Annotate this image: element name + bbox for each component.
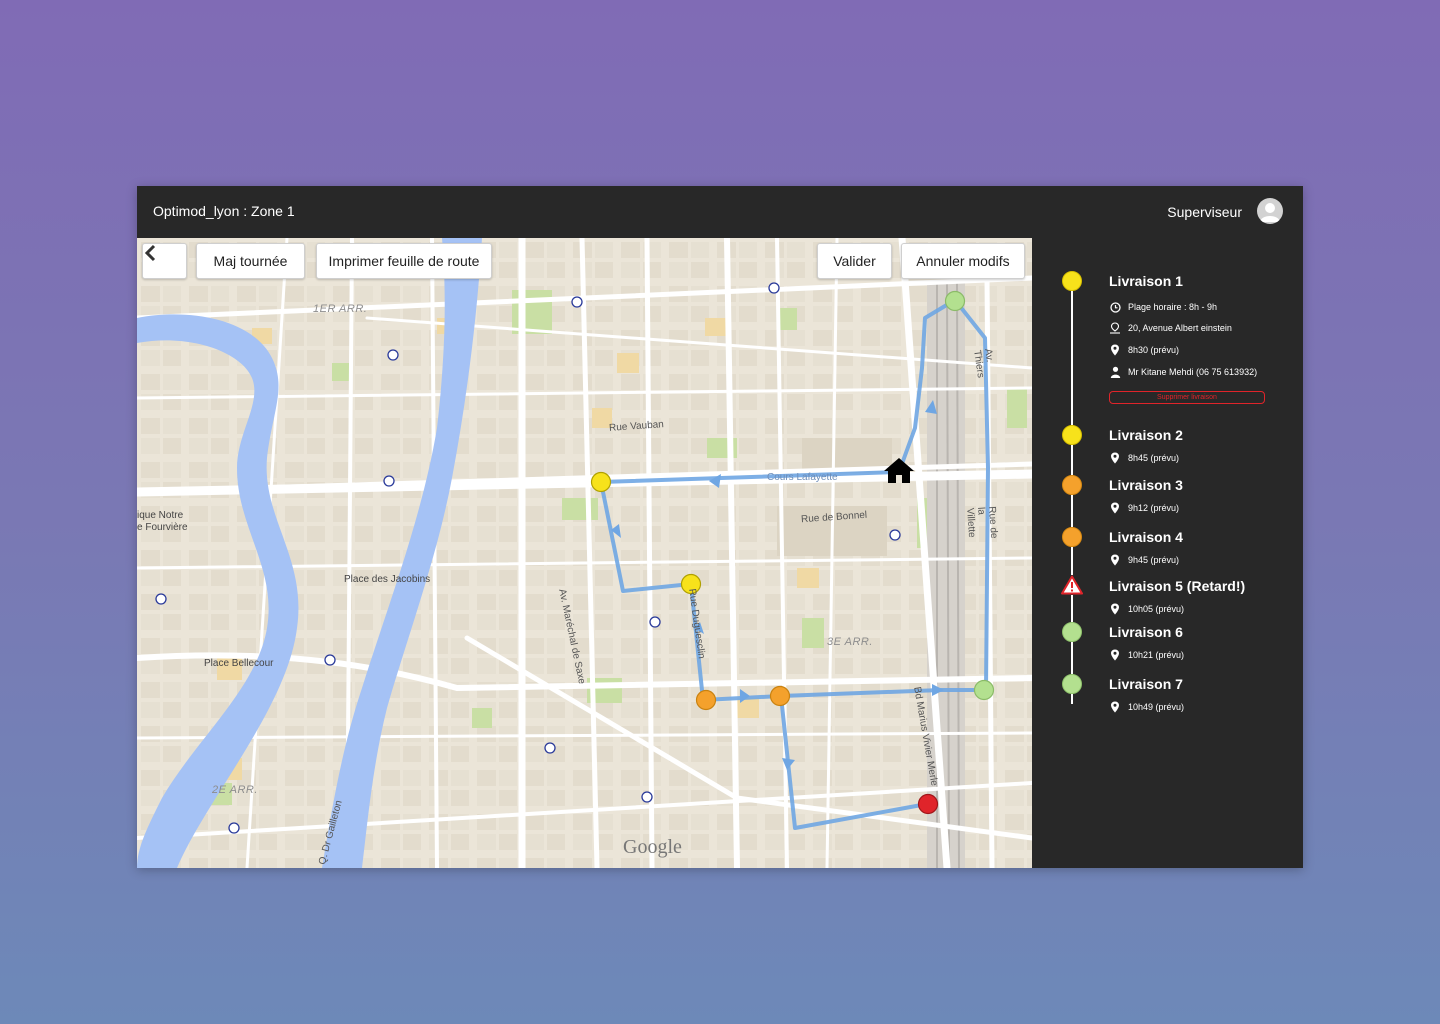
pin-icon	[1109, 502, 1121, 514]
livraison-5-eta: 10h05 (prévu)	[1109, 603, 1184, 615]
livraison-1-contact-text: Mr Kitane Mehdi (06 75 613932)	[1128, 367, 1258, 377]
map-label-1er: 1ER ARR.	[313, 303, 368, 315]
pin-icon	[1109, 649, 1121, 661]
livraison-1-eta-text: 8h30 (prévu)	[1128, 345, 1180, 355]
app-window: Optimod_lyon : Zone 1 Superviseur 1ER AR…	[137, 186, 1303, 868]
pin-icon	[1109, 554, 1121, 566]
map-marker-livraison-7[interactable]	[973, 679, 995, 701]
livraison-4-eta-text: 9h45 (prévu)	[1128, 555, 1180, 565]
map-label-lafayette: Cours Lafayette	[767, 472, 838, 483]
livraison-3-title[interactable]: Livraison 3	[1109, 477, 1183, 493]
validate-button[interactable]: Valider	[817, 243, 892, 279]
user-role-label[interactable]: Superviseur	[1167, 204, 1242, 220]
map-marker-livraison-4[interactable]	[695, 689, 717, 711]
livraison-7-eta: 10h49 (prévu)	[1109, 701, 1184, 713]
map-label-jacobins: Place des Jacobins	[344, 574, 431, 585]
map-view[interactable]: 1ER ARR. 2E ARR. 3E ARR. Rue Vauban Cour…	[137, 238, 1032, 868]
pin-icon	[1109, 452, 1121, 464]
status-dot-livraison-6	[1062, 622, 1082, 642]
avatar[interactable]	[1257, 198, 1283, 224]
livraison-4-title[interactable]: Livraison 4	[1109, 529, 1183, 545]
livraison-3-eta: 9h12 (prévu)	[1109, 502, 1179, 514]
delete-livraison-button[interactable]: Supprimer livraison	[1109, 391, 1265, 404]
livraison-5-title[interactable]: Livraison 5 (Retard!)	[1109, 578, 1245, 594]
livraison-2-eta: 8h45 (prévu)	[1109, 452, 1179, 464]
google-logo: Google	[623, 836, 682, 858]
status-dot-livraison-1	[1062, 271, 1082, 291]
map-label-2e: 2E ARR.	[212, 784, 258, 796]
warning-triangle-icon	[1061, 575, 1083, 595]
clock-icon	[1109, 301, 1121, 313]
print-route-button[interactable]: Imprimer feuille de route	[316, 243, 492, 279]
livraison-3-eta-text: 9h12 (prévu)	[1128, 503, 1180, 513]
livraison-1-timeslot-text: Plage horaire : 8h - 9h	[1128, 302, 1218, 312]
livraison-7-eta-text: 10h49 (prévu)	[1128, 702, 1185, 712]
app-title: Optimod_lyon : Zone 1	[153, 203, 295, 219]
back-button[interactable]	[142, 243, 187, 279]
livraison-5-eta-text: 10h05 (prévu)	[1128, 604, 1185, 614]
maj-tournee-button[interactable]: Maj tournée	[196, 243, 305, 279]
map-label-bellecour: Place Bellecour	[204, 658, 274, 669]
map-label-villette: Rue de la Villette	[964, 506, 1000, 539]
person-icon	[1109, 366, 1121, 378]
livraison-6-eta: 10h21 (prévu)	[1109, 649, 1184, 661]
livraison-4-eta: 9h45 (prévu)	[1109, 554, 1179, 566]
status-dot-livraison-7	[1062, 674, 1082, 694]
livraison-1-timeslot: Plage horaire : 8h - 9h	[1109, 301, 1217, 313]
pin-icon	[1109, 701, 1121, 713]
user-avatar-icon	[1260, 203, 1280, 222]
map-label-fourviere-1: ique Notre	[137, 510, 184, 521]
cancel-changes-button[interactable]: Annuler modifs	[901, 243, 1025, 279]
map-marker-livraison-1[interactable]	[944, 290, 966, 312]
status-dot-livraison-4	[1062, 527, 1082, 547]
top-bar: Optimod_lyon : Zone 1 Superviseur	[137, 186, 1303, 238]
livraison-6-title[interactable]: Livraison 6	[1109, 624, 1183, 640]
pin-icon	[1109, 603, 1121, 615]
status-dot-livraison-3	[1062, 475, 1082, 495]
status-dot-livraison-2	[1062, 425, 1082, 445]
livraison-1-contact: Mr Kitane Mehdi (06 75 613932)	[1109, 366, 1257, 378]
livraison-2-title[interactable]: Livraison 2	[1109, 427, 1183, 443]
livraison-1-eta: 8h30 (prévu)	[1109, 344, 1179, 356]
livraison-1-address: 20, Avenue Albert einstein	[1109, 322, 1232, 334]
map-canvas[interactable]	[137, 238, 1032, 868]
map-label-3e: 3E ARR.	[827, 636, 873, 648]
map-label-fourviere-2: e Fourvière	[137, 522, 188, 533]
deliveries-sidebar: Livraison 1 Plage horaire : 8h - 9h 20, …	[1032, 238, 1303, 868]
livraison-1-address-text: 20, Avenue Albert einstein	[1128, 323, 1232, 333]
map-marker-livraison-2[interactable]	[590, 471, 612, 493]
livraison-2-eta-text: 8h45 (prévu)	[1128, 453, 1180, 463]
livraison-1-title[interactable]: Livraison 1	[1109, 273, 1183, 289]
livraison-6-eta-text: 10h21 (prévu)	[1128, 650, 1185, 660]
address-icon	[1109, 322, 1121, 334]
map-marker-livraison-5[interactable]	[769, 685, 791, 707]
map-marker-livraison-6[interactable]	[917, 793, 939, 815]
chevron-left-icon	[144, 244, 156, 262]
livraison-7-title[interactable]: Livraison 7	[1109, 676, 1183, 692]
pin-icon	[1109, 344, 1121, 356]
